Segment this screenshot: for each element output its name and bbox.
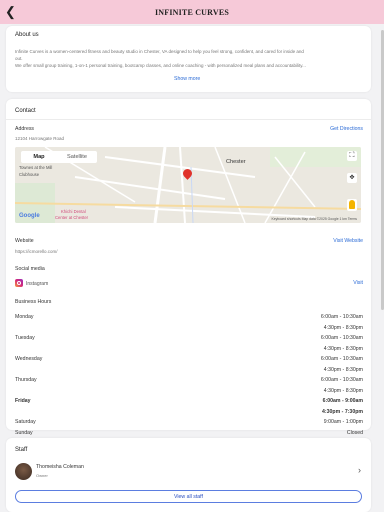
hours-slot: Closed — [346, 429, 363, 436]
hours-slot: 6:00am - 9:00am — [322, 398, 363, 404]
back-arrow-icon[interactable]: ❮ — [5, 4, 19, 20]
staff-name: Thomeisha Coleman — [36, 464, 84, 470]
staff-role: Owner — [36, 473, 48, 478]
staff-card: Staff Thomeisha Coleman Owner › View all… — [6, 438, 371, 512]
hours-day: Friday — [15, 398, 31, 404]
about-text-line-1: Infinite Curves is a women-centered fitn… — [15, 49, 304, 54]
hours-slot: 4:30pm - 8:30pm — [323, 387, 363, 394]
about-card: About us Infinite Curves is a women-cent… — [6, 26, 371, 92]
website-value: https://icmorello.com/ — [15, 249, 58, 254]
hours-slot: 4:30pm - 8:30pm — [323, 366, 363, 373]
map-poi-label-2: Clubhouse — [19, 172, 40, 177]
google-logo: Google — [19, 213, 40, 219]
visit-website-link[interactable]: Visit Website — [333, 238, 363, 244]
hours-day: Thursday — [15, 377, 37, 383]
contact-heading: Contact — [15, 108, 36, 114]
view-all-staff-label: View all staff — [174, 493, 203, 500]
hours-slot: 9:00am - 1:00pm — [323, 419, 363, 425]
address-label: Address — [15, 126, 35, 132]
visit-social-link[interactable]: Visit — [353, 280, 363, 286]
address-value: 12104 Harrowgate Road — [15, 136, 65, 141]
social-media-label: Social media — [15, 266, 45, 272]
get-directions-link[interactable]: Get Directions — [330, 126, 363, 132]
hours-slot: 6:00am - 10:30am — [320, 377, 363, 383]
about-heading: About us — [15, 32, 39, 38]
instagram-label: Instagram — [26, 281, 49, 287]
hours-slot: 4:30pm - 7:30pm — [322, 408, 363, 415]
hours-day: Tuesday — [15, 335, 35, 341]
instagram-icon — [15, 279, 23, 287]
staff-heading: Staff — [15, 447, 28, 453]
map-tab-map[interactable]: Map — [21, 151, 57, 163]
hours-slot: 4:30pm - 8:30pm — [323, 324, 363, 331]
show-more-link[interactable]: Show more — [174, 76, 200, 82]
map-type-toggle: Map Satellite — [21, 151, 97, 163]
map-place-label: Chester — [226, 159, 246, 165]
hours-day: Sunday — [15, 429, 33, 436]
contact-card: Contact Address 12104 Harrowgate Road Ge… — [6, 99, 371, 436]
map-footer[interactable]: Keyboard shortcuts Map data ©2025 Google… — [271, 217, 357, 221]
about-text-line-2: out. — [15, 56, 23, 61]
website-label: Website — [15, 238, 34, 244]
view-all-staff-button[interactable]: View all staff — [15, 490, 362, 503]
hours-slot: 6:00am - 10:30am — [320, 356, 363, 362]
divider — [6, 119, 371, 120]
hours-slot: 6:00am - 10:30am — [320, 314, 363, 320]
top-bar: ❮ INFINITE CURVES — [0, 0, 384, 24]
hours-slot: 4:30pm - 8:30pm — [323, 345, 363, 352]
hours-day: Wednesday — [15, 356, 43, 362]
fullscreen-icon[interactable]: ⛶ — [347, 151, 357, 161]
hours-day: Saturday — [15, 419, 36, 425]
map-tab-satellite[interactable]: Satellite — [57, 151, 97, 163]
map-dental-label: Khichi Dental — [61, 209, 86, 214]
hours-day: Monday — [15, 314, 34, 320]
map[interactable]: Map Satellite Chester Townes at the Mill… — [15, 147, 361, 223]
pegman-icon[interactable] — [347, 199, 357, 211]
hours-slot: 6:00am - 10:30am — [320, 335, 363, 341]
about-text-line-3: We offer small group training, 1-on-1 pe… — [15, 63, 306, 68]
page-title: INFINITE CURVES — [154, 7, 230, 17]
map-poi-label: Townes at the Mill — [19, 165, 53, 170]
map-pan-control-icon[interactable]: ✥ — [347, 173, 357, 183]
map-dental-label-2: Center at Chester — [55, 215, 89, 220]
business-hours-label: Business Hours — [15, 299, 52, 305]
avatar — [15, 463, 32, 480]
chevron-right-icon[interactable]: › — [358, 465, 361, 475]
